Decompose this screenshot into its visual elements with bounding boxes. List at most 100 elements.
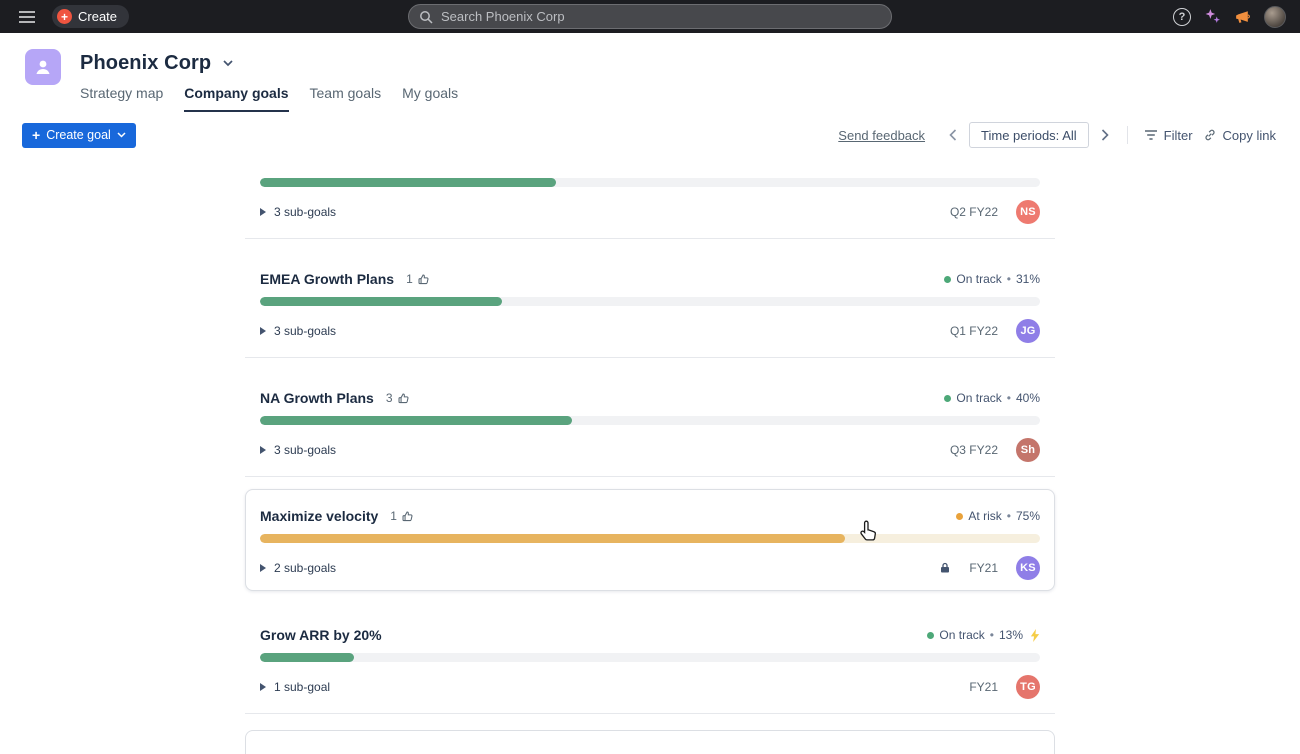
- status-label: On track: [956, 272, 1001, 286]
- time-period-next-button[interactable]: [1099, 127, 1111, 143]
- goal-row[interactable]: 3 sub-goals Q2 FY22 NS: [245, 160, 1055, 239]
- triangle-right-icon: [260, 683, 266, 691]
- help-button[interactable]: ?: [1173, 8, 1191, 26]
- subgoals-label: 3 sub-goals: [274, 443, 336, 457]
- org-title-row[interactable]: Phoenix Corp: [80, 49, 458, 77]
- likes-button[interactable]: 1: [406, 272, 430, 286]
- chevron-down-icon: [222, 59, 234, 67]
- menu-icon[interactable]: [14, 5, 40, 29]
- subgoals-label: 1 sub-goal: [274, 680, 330, 694]
- copy-link-label: Copy link: [1223, 128, 1276, 143]
- filter-button[interactable]: Filter: [1144, 128, 1193, 143]
- owner-avatar[interactable]: JG: [1016, 319, 1040, 343]
- status-dot-icon: [944, 276, 951, 283]
- global-search[interactable]: [408, 4, 892, 29]
- help-icon: ?: [1173, 8, 1191, 26]
- owner-avatar[interactable]: Sh: [1016, 438, 1040, 462]
- expand-subgoals-toggle[interactable]: 2 sub-goals: [260, 561, 336, 575]
- create-goal-button[interactable]: + Create goal: [22, 123, 136, 148]
- hamburger-lines-icon: [19, 11, 35, 23]
- progress-fill: [260, 534, 845, 543]
- owner-avatar[interactable]: NS: [1016, 200, 1040, 224]
- lock-icon: [939, 562, 951, 574]
- progress-fill: [260, 297, 502, 306]
- progress-bar: [260, 653, 1040, 662]
- chevron-left-icon: [949, 129, 957, 141]
- goal-title[interactable]: Grow ARR by 20%: [260, 627, 382, 643]
- expand-subgoals-toggle[interactable]: 3 sub-goals: [260, 443, 336, 457]
- person-icon: [33, 57, 53, 77]
- likes-button[interactable]: 1: [390, 509, 414, 523]
- owner-avatar[interactable]: TG: [1016, 675, 1040, 699]
- owner-avatar[interactable]: KS: [1016, 556, 1040, 580]
- progress-bar: [260, 534, 1040, 543]
- goal-title[interactable]: Maximize velocity: [260, 508, 378, 524]
- page-header: Phoenix Corp Strategy map Company goals …: [0, 33, 1300, 112]
- status-dot-icon: [927, 632, 934, 639]
- goals-tabs: Strategy map Company goals Team goals My…: [80, 85, 458, 112]
- goal-card-hovered[interactable]: Maximize velocity 1 At risk • 75% 2 sub-…: [245, 489, 1055, 591]
- like-count: 3: [386, 391, 393, 405]
- tab-my-goals[interactable]: My goals: [402, 85, 458, 112]
- separator: •: [1007, 272, 1011, 286]
- ai-sparkle-button[interactable]: [1204, 8, 1221, 25]
- thumbs-up-icon: [401, 510, 414, 523]
- period-label: FY21: [969, 680, 998, 694]
- triangle-right-icon: [260, 327, 266, 335]
- chevron-down-icon: [117, 132, 126, 138]
- goal-row[interactable]: EMEA Growth Plans 1 On track • 31% 3 sub…: [245, 239, 1055, 358]
- status-percent: 31%: [1016, 272, 1040, 286]
- status-percent: 40%: [1016, 391, 1040, 405]
- search-input[interactable]: [441, 9, 881, 24]
- lightning-bolt-icon: [1030, 629, 1040, 642]
- status: At risk • 75%: [956, 509, 1040, 523]
- separator: •: [1007, 391, 1011, 405]
- chevron-right-icon: [1101, 129, 1109, 141]
- sparkles-icon: [1204, 8, 1221, 25]
- filter-label: Filter: [1164, 128, 1193, 143]
- status-label: At risk: [968, 509, 1001, 523]
- status: On track • 40%: [944, 391, 1040, 405]
- megaphone-icon: [1234, 9, 1251, 24]
- triangle-right-icon: [260, 564, 266, 572]
- goal-row[interactable]: NA Growth Plans 3 On track • 40% 3 sub-g…: [245, 358, 1055, 477]
- expand-subgoals-toggle[interactable]: 3 sub-goals: [260, 324, 336, 338]
- subgoals-label: 3 sub-goals: [274, 205, 336, 219]
- time-period-prev-button[interactable]: [947, 127, 959, 143]
- status-percent: 75%: [1016, 509, 1040, 523]
- create-button[interactable]: + Create: [52, 5, 129, 28]
- triangle-right-icon: [260, 446, 266, 454]
- period-label: Q2 FY22: [950, 205, 998, 219]
- separator: •: [1007, 509, 1011, 523]
- goal-title[interactable]: EMEA Growth Plans: [260, 271, 394, 287]
- time-periods-dropdown[interactable]: Time periods: All: [969, 122, 1089, 148]
- tab-team-goals[interactable]: Team goals: [310, 85, 382, 112]
- likes-button[interactable]: 3: [386, 391, 410, 405]
- progress-bar: [260, 178, 1040, 187]
- announcement-button[interactable]: [1234, 9, 1251, 24]
- page-title: Phoenix Corp: [80, 52, 211, 75]
- expand-subgoals-toggle[interactable]: 1 sub-goal: [260, 680, 330, 694]
- plus-icon: +: [32, 128, 40, 142]
- user-avatar[interactable]: [1264, 6, 1286, 28]
- progress-fill: [260, 416, 572, 425]
- tab-company-goals[interactable]: Company goals: [184, 85, 288, 112]
- tab-strategy-map[interactable]: Strategy map: [80, 85, 163, 112]
- goals-toolbar: + Create goal Send feedback Time periods…: [0, 112, 1300, 160]
- expand-subgoals-toggle[interactable]: 3 sub-goals: [260, 205, 336, 219]
- thumbs-up-icon: [417, 273, 430, 286]
- copy-link-button[interactable]: Copy link: [1203, 128, 1276, 143]
- send-feedback-link[interactable]: Send feedback: [838, 128, 925, 143]
- subgoals-label: 2 sub-goals: [274, 561, 336, 575]
- next-goal-card-edge: [245, 730, 1055, 754]
- period-label: Q1 FY22: [950, 324, 998, 338]
- triangle-right-icon: [260, 208, 266, 216]
- status: On track • 13%: [927, 628, 1040, 642]
- like-count: 1: [390, 509, 397, 523]
- progress-bar: [260, 416, 1040, 425]
- goal-title[interactable]: NA Growth Plans: [260, 390, 374, 406]
- status-percent: 13%: [999, 628, 1023, 642]
- status-dot-icon: [944, 395, 951, 402]
- goal-row[interactable]: Grow ARR by 20% On track • 13% 1 sub-goa…: [245, 591, 1055, 714]
- subgoals-label: 3 sub-goals: [274, 324, 336, 338]
